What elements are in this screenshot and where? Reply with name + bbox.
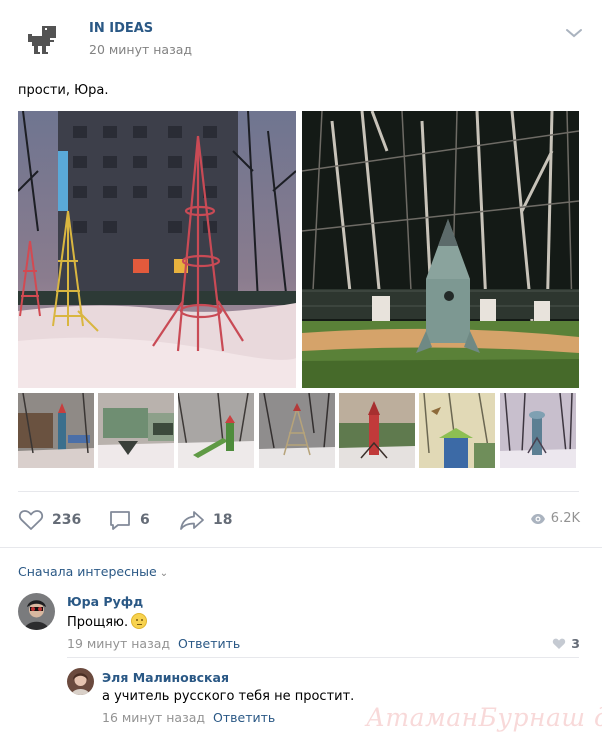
like-button[interactable]: 236 xyxy=(18,507,81,533)
views-count: 6.2K xyxy=(550,511,580,526)
chevron-down-icon: ⌄ xyxy=(159,568,169,579)
post-photo-rocket-frame[interactable] xyxy=(18,111,296,388)
comment-meta: 16 минут назад Ответить xyxy=(102,710,275,725)
comment-author[interactable]: Юра Руфд xyxy=(67,594,143,609)
avatar[interactable] xyxy=(18,593,55,630)
avatar[interactable] xyxy=(67,668,94,695)
heart-icon xyxy=(18,510,44,530)
reply-button[interactable]: Ответить xyxy=(213,710,275,725)
divider xyxy=(18,491,579,492)
heart-icon xyxy=(553,638,566,649)
divider xyxy=(67,657,579,658)
views-counter: 6.2K xyxy=(530,511,580,526)
group-name[interactable]: IN IDEAS xyxy=(89,21,153,36)
comment-like-count: 3 xyxy=(571,636,580,651)
post-thumbnail[interactable] xyxy=(178,393,254,468)
comment-text: а учитель русского тебя не простит. xyxy=(102,689,355,704)
like-count: 236 xyxy=(52,512,82,528)
post-header: IN IDEAS 20 минут назад xyxy=(18,16,584,64)
post-text: прости, Юра. xyxy=(18,83,109,98)
comment-time[interactable]: 16 минут назад xyxy=(102,710,205,725)
post-photo-concrete-rocket[interactable] xyxy=(302,111,579,388)
thinking-emoji-icon xyxy=(131,613,148,629)
dino-logo-icon xyxy=(28,26,56,54)
post-thumbnail[interactable] xyxy=(98,393,174,468)
share-arrow-icon xyxy=(180,511,204,530)
comment-like-button[interactable]: 3 xyxy=(552,636,580,651)
share-button[interactable]: 18 xyxy=(179,507,232,533)
post-thumbnail[interactable] xyxy=(500,393,576,468)
post-thumbnail[interactable] xyxy=(18,393,94,468)
post-thumbnail[interactable] xyxy=(419,393,495,468)
comments-sort-dropdown[interactable]: Сначала интересные ⌄ xyxy=(18,564,168,579)
comment-button[interactable]: 6 xyxy=(108,507,150,533)
reply-button[interactable]: Ответить xyxy=(178,636,240,651)
chevron-down-icon[interactable] xyxy=(564,26,584,40)
divider xyxy=(0,547,602,548)
group-avatar[interactable] xyxy=(18,16,66,64)
comment-text: Прощяю. xyxy=(67,613,148,630)
comment-icon xyxy=(110,511,130,530)
eye-icon xyxy=(530,513,545,524)
comment-author[interactable]: Эля Малиновская xyxy=(102,670,229,685)
comment-count: 6 xyxy=(140,512,150,528)
comment-meta: 19 минут назад Ответить xyxy=(67,636,240,651)
share-count: 18 xyxy=(213,512,233,528)
comments-sort-label: Сначала интересные xyxy=(18,564,157,579)
comment-text-body: Прощяю. xyxy=(67,615,129,630)
watermark: АтаманБурнаш для ЯП xyxy=(366,703,602,732)
post-thumbnail[interactable] xyxy=(259,393,335,468)
post-time[interactable]: 20 минут назад xyxy=(89,42,192,57)
post-thumbnail[interactable] xyxy=(339,393,415,468)
comment-time[interactable]: 19 минут назад xyxy=(67,636,170,651)
